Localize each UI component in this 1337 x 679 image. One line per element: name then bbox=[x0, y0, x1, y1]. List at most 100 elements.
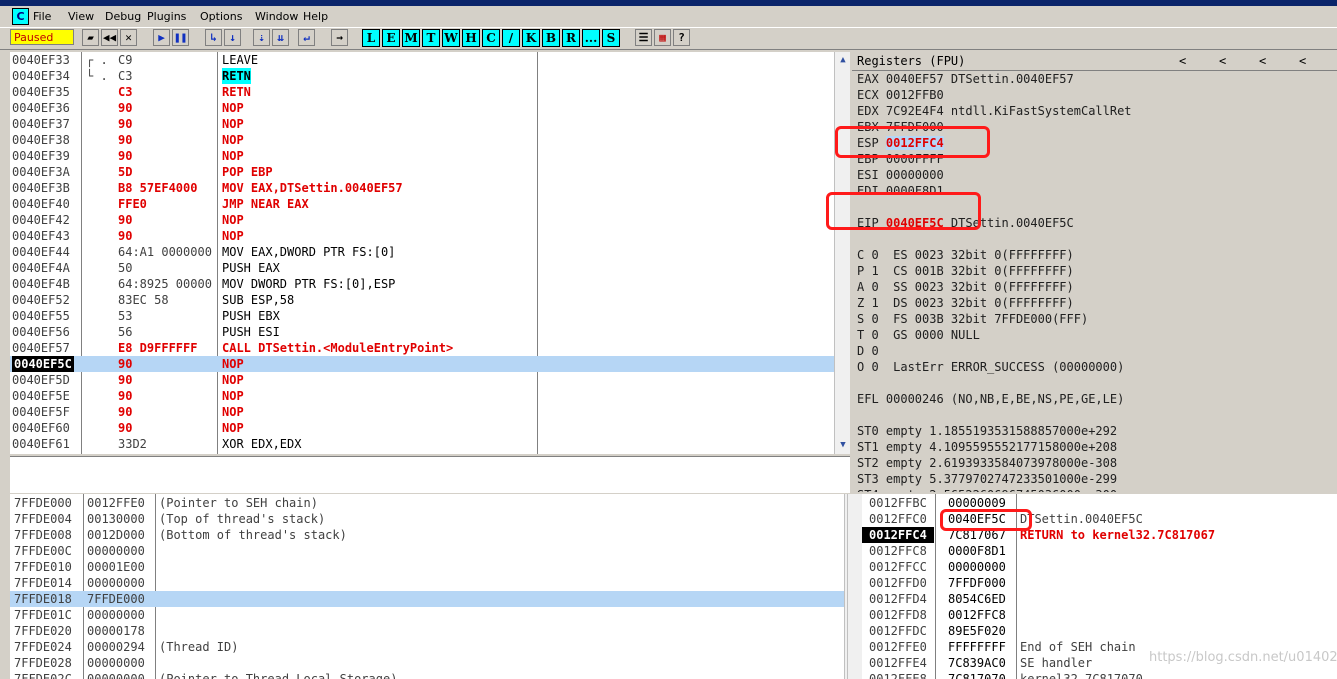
stack-row[interactable]: 0012FFC4 7C817067 RETURN to kernel32.7C817… bbox=[862, 527, 1337, 543]
stack-row[interactable]: 0012FFC8 0000F8D1 bbox=[862, 543, 1337, 559]
stack-row[interactable]: 0012FFE8 7C817070 kernel32.7C817070 bbox=[862, 671, 1337, 679]
trace-over-icon[interactable]: ⇊ bbox=[272, 29, 289, 46]
handles-button[interactable]: H bbox=[462, 29, 480, 47]
dump-row[interactable]: 7FFDE020 00000178 bbox=[10, 623, 844, 639]
disasm-row[interactable]: 0040EF61 33D2 XOR EDX,EDX bbox=[10, 436, 834, 452]
disasm-row[interactable]: 0040EF34 └ . C3 RETN bbox=[10, 68, 834, 84]
menu-plugins[interactable]: Plugins bbox=[147, 10, 186, 23]
register-line[interactable]: Z 1 DS 0023 32bit 0(FFFFFFFF) bbox=[857, 295, 1074, 311]
register-line[interactable]: P 1 CS 001B 32bit 0(FFFFFFFF) bbox=[857, 263, 1074, 279]
step-over-icon[interactable]: ↓ bbox=[224, 29, 241, 46]
dump-row[interactable]: 7FFDE01C 00000000 bbox=[10, 607, 844, 623]
disassembly-pane[interactable]: 0040EF33 ┌ . C9 LEAVE 0040EF34 └ . C3 RETN 0040E… bbox=[10, 52, 850, 454]
restart-icon[interactable]: ◀◀ bbox=[101, 29, 118, 46]
dump-row[interactable]: 7FFDE028 00000000 bbox=[10, 655, 844, 671]
disasm-row[interactable]: 0040EF37 90 NOP bbox=[10, 116, 834, 132]
register-line[interactable]: ST4 empty 2.5652260696745036000e-300 bbox=[857, 487, 1117, 492]
call-stack-button[interactable]: K bbox=[522, 29, 540, 47]
register-line[interactable]: A 0 SS 0023 32bit 0(FFFFFFFF) bbox=[857, 279, 1074, 295]
grid-icon[interactable]: ▦ bbox=[654, 29, 671, 46]
disasm-row[interactable]: 0040EF33 ┌ . C9 LEAVE bbox=[10, 52, 834, 68]
disasm-row[interactable]: 0040EF38 90 NOP bbox=[10, 132, 834, 148]
register-line[interactable]: ST2 empty 2.6193933584073978000e-308 bbox=[857, 455, 1117, 471]
disasm-row[interactable]: 0040EF4A 50 PUSH EAX bbox=[10, 260, 834, 276]
register-nav-4[interactable]: < bbox=[1299, 52, 1306, 70]
register-line[interactable]: D 0 bbox=[857, 343, 879, 359]
register-line[interactable]: O 0 LastErr ERROR_SUCCESS (00000000) bbox=[857, 359, 1124, 375]
register-nav-2[interactable]: < bbox=[1219, 52, 1226, 70]
threads-button[interactable]: T bbox=[422, 29, 440, 47]
register-line[interactable]: ST3 empty 5.3779702747233501000e-299 bbox=[857, 471, 1117, 487]
disasm-row[interactable]: 0040EF3B B8 57EF4000 MOV EAX,DTSettin.0040… bbox=[10, 180, 834, 196]
pause-icon[interactable]: ❚❚ bbox=[172, 29, 189, 46]
breakpoints-button[interactable]: B bbox=[542, 29, 560, 47]
register-line[interactable]: ESI 00000000 bbox=[857, 167, 944, 183]
windows-button[interactable]: W bbox=[442, 29, 460, 47]
register-line[interactable]: EDX 7C92E4F4 ntdll.KiFastSystemCallRet bbox=[857, 103, 1132, 119]
stack-row[interactable]: 0012FFC0 0040EF5C DTSettin.0040EF5C bbox=[862, 511, 1337, 527]
register-line[interactable]: S 0 FS 003B 32bit 7FFDE000(FFF) bbox=[857, 311, 1088, 327]
stack-row[interactable]: 0012FFD0 7FFDF000 bbox=[862, 575, 1337, 591]
menu-file[interactable]: File bbox=[33, 10, 51, 23]
menu-options[interactable]: Options bbox=[200, 10, 242, 23]
dump-row[interactable]: 7FFDE024 00000294 (Thread ID) bbox=[10, 639, 844, 655]
dump-row[interactable]: 7FFDE014 00000000 bbox=[10, 575, 844, 591]
dump-row[interactable]: 7FFDE018 7FFDE000 bbox=[10, 591, 844, 607]
disasm-row[interactable]: 0040EF42 90 NOP bbox=[10, 212, 834, 228]
disasm-row[interactable]: 0040EF5D 90 NOP bbox=[10, 372, 834, 388]
stack-pane[interactable]: 0012FFBC 00000009 0012FFC0 0040EF5C DTSettin… bbox=[862, 494, 1337, 679]
disasm-scrollbar[interactable]: ▲ ▼ bbox=[834, 52, 850, 454]
disasm-row[interactable]: 0040EF56 56 PUSH ESI bbox=[10, 324, 834, 340]
dump-pane[interactable]: 7FFDE000 0012FFE0 (Pointer to SEH chain) 7F… bbox=[10, 494, 850, 679]
source-button[interactable]: S bbox=[602, 29, 620, 47]
disasm-row[interactable]: 0040EF3A 5D POP EBP bbox=[10, 164, 834, 180]
patches-button[interactable]: / bbox=[502, 29, 520, 47]
disasm-row[interactable]: 0040EF5F 90 NOP bbox=[10, 404, 834, 420]
disasm-row[interactable]: 0040EF5C 90 NOP bbox=[10, 356, 834, 372]
run-trace-button[interactable]: ... bbox=[582, 29, 600, 47]
scroll-down-icon[interactable]: ▼ bbox=[836, 438, 850, 452]
cpu-button[interactable]: C bbox=[482, 29, 500, 47]
disasm-row[interactable]: 0040EF44 64:A1 0000000 MOV EAX,DWORD PTR F… bbox=[10, 244, 834, 260]
stack-row[interactable]: 0012FFCC 00000000 bbox=[862, 559, 1337, 575]
goto-icon[interactable]: → bbox=[331, 29, 348, 46]
execute-till-return-icon[interactable]: ↵ bbox=[298, 29, 315, 46]
memory-button[interactable]: M bbox=[402, 29, 420, 47]
references-button[interactable]: R bbox=[562, 29, 580, 47]
register-line[interactable]: EAX 0040EF57 DTSettin.0040EF57 bbox=[857, 71, 1074, 87]
register-line[interactable]: ST1 empty 4.1095595552177158000e+208 bbox=[857, 439, 1117, 455]
stack-scrollbar[interactable] bbox=[847, 494, 862, 679]
close-icon[interactable]: ✕ bbox=[120, 29, 137, 46]
dump-row[interactable]: 7FFDE00C 00000000 bbox=[10, 543, 844, 559]
stack-row[interactable]: 0012FFD8 0012FFC8 bbox=[862, 607, 1337, 623]
disasm-row[interactable]: 0040EF60 90 NOP bbox=[10, 420, 834, 436]
disasm-row[interactable]: 0040EF36 90 NOP bbox=[10, 100, 834, 116]
disasm-row[interactable]: 0040EF55 53 PUSH EBX bbox=[10, 308, 834, 324]
register-line[interactable]: C 0 ES 0023 32bit 0(FFFFFFFF) bbox=[857, 247, 1074, 263]
run-icon[interactable]: ▶ bbox=[153, 29, 170, 46]
register-line[interactable]: ST0 empty 1.1855193531588857000e+292 bbox=[857, 423, 1117, 439]
stack-row[interactable]: 0012FFDC 89E5F020 bbox=[862, 623, 1337, 639]
trace-into-icon[interactable]: ⇣ bbox=[253, 29, 270, 46]
help-icon[interactable]: ? bbox=[673, 29, 690, 46]
disasm-row[interactable]: 0040EF4B 64:8925 00000 MOV DWORD PTR FS:[0… bbox=[10, 276, 834, 292]
dump-row[interactable]: 7FFDE008 0012D000 (Bottom of thread's stac… bbox=[10, 527, 844, 543]
dump-row[interactable]: 7FFDE02C 00000000 (Pointer to Thread Local… bbox=[10, 671, 844, 679]
dump-row[interactable]: 7FFDE004 00130000 (Top of thread's stack) bbox=[10, 511, 844, 527]
register-line[interactable]: ECX 0012FFB0 bbox=[857, 87, 944, 103]
log-window-button[interactable]: L bbox=[362, 29, 380, 47]
disasm-row[interactable]: 0040EF5E 90 NOP bbox=[10, 388, 834, 404]
list-icon[interactable]: ☰ bbox=[635, 29, 652, 46]
menu-window[interactable]: Window bbox=[255, 10, 298, 23]
open-icon[interactable]: ▰ bbox=[82, 29, 99, 46]
step-into-icon[interactable]: ↳ bbox=[205, 29, 222, 46]
disasm-row[interactable]: 0040EF52 83EC 58 SUB ESP,58 bbox=[10, 292, 834, 308]
disasm-row[interactable]: 0040EF39 90 NOP bbox=[10, 148, 834, 164]
register-line[interactable]: EFL 00000246 (NO,NB,E,BE,NS,PE,GE,LE) bbox=[857, 391, 1124, 407]
register-nav-1[interactable]: < bbox=[1179, 52, 1186, 70]
disasm-row[interactable]: 0040EF57 E8 D9FFFFFF CALL DTSettin.<Module… bbox=[10, 340, 834, 356]
disasm-row[interactable]: 0040EF35 C3 RETN bbox=[10, 84, 834, 100]
dump-row[interactable]: 7FFDE000 0012FFE0 (Pointer to SEH chain) bbox=[10, 495, 844, 511]
disasm-row[interactable]: 0040EF43 90 NOP bbox=[10, 228, 834, 244]
app-icon[interactable]: C bbox=[12, 8, 29, 25]
